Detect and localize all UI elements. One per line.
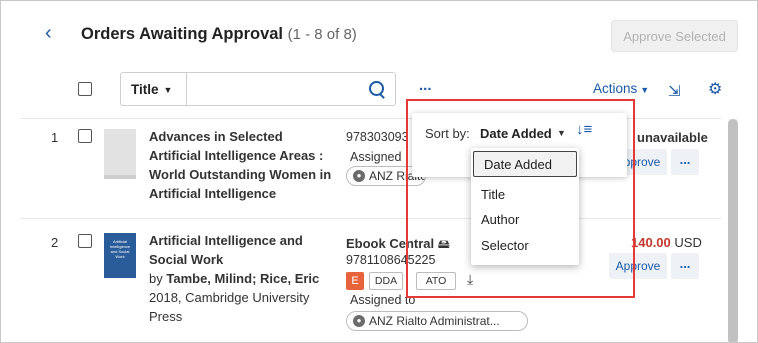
by-prefix: by — [149, 271, 163, 286]
orders-awaiting-approval-page: ‹ Orders Awaiting Approval (1 - 8 of 8) … — [0, 0, 758, 343]
page-title: Orders Awaiting Approval (1 - 8 of 8) — [81, 25, 357, 44]
row-number: 1 — [51, 130, 59, 145]
item-title-line: Artificial Intelligence Areas : — [149, 148, 324, 163]
sort-option-author[interactable]: Author — [471, 207, 579, 233]
item-title-line: Advances in Selected — [149, 129, 283, 144]
sort-options-list: Date Added Title Author Selector — [471, 148, 579, 265]
sort-option-date-added[interactable]: Date Added — [473, 151, 577, 177]
row-divider — [21, 218, 721, 219]
library-icon: 🖴 — [437, 237, 450, 251]
row-more-button[interactable]: ... — [671, 253, 699, 279]
approve-button[interactable]: Approve — [609, 253, 667, 279]
search-icon[interactable] — [369, 81, 384, 96]
export-icon[interactable]: ⇲ — [668, 82, 681, 100]
select-all-checkbox[interactable] — [78, 82, 92, 96]
person-icon: ● — [353, 315, 365, 327]
back-chevron-icon[interactable]: ‹ — [45, 23, 52, 43]
search-input[interactable] — [191, 77, 355, 103]
search-bar: Title ▼ — [120, 72, 396, 106]
actions-caret-icon: ▼ — [640, 85, 650, 95]
author-names: Tambe, Milind; Rice, Eric — [166, 271, 320, 286]
item-title-line: Social Work — [149, 252, 224, 267]
dda-tag: DDA — [369, 272, 403, 290]
publication-info: 2018, Cambridge University — [149, 290, 310, 305]
sort-option-selector[interactable]: Selector — [471, 233, 579, 259]
row-more-button[interactable]: ... — [671, 149, 699, 175]
row-checkbox[interactable] — [78, 129, 92, 143]
search-scope-dropdown[interactable]: Title ▼ — [131, 82, 172, 97]
result-count: (1 - 8 of 8) — [287, 26, 357, 43]
assignee-name: ANZ Rialto Administrat... — [369, 314, 500, 328]
actions-dropdown[interactable]: Actions ▼ — [593, 81, 649, 96]
publication-info: Press — [149, 309, 183, 324]
scope-caret-icon: ▼ — [163, 85, 173, 95]
scrollbar-thumb[interactable] — [728, 119, 738, 342]
book-cover: Artificial Intelligence and Social Work — [104, 233, 136, 278]
price-status: unavailable — [637, 130, 708, 145]
isbn: 9781108645225 — [346, 253, 436, 267]
download-icon[interactable]: ⤓ — [467, 271, 473, 288]
price-amount: 140.00 — [631, 235, 671, 250]
search-divider — [186, 72, 187, 106]
person-icon: ● — [353, 170, 365, 182]
search-scope-label: Title — [131, 82, 159, 97]
item-title[interactable]: Advances in Selected Artificial Intellig… — [149, 127, 339, 203]
price: 140.00 USD — [631, 235, 702, 250]
assigned-label: Assigned to — [350, 293, 416, 307]
item-title[interactable]: Artificial Intelligence and Social Work — [149, 231, 339, 269]
item-title-line: Artificial Intelligence — [149, 186, 277, 201]
sort-option-title[interactable]: Title — [471, 182, 579, 208]
item-title-line: Artificial Intelligence and — [149, 233, 303, 248]
assignee-chip[interactable]: ● ANZ Rialto Administrat... — [346, 311, 528, 331]
sort-caret-icon[interactable]: ▼ — [557, 128, 566, 138]
item-authors: by Tambe, Milind; Rice, Eric — [149, 269, 319, 288]
row-number: 2 — [51, 235, 59, 250]
ebook-tag: E — [346, 272, 364, 290]
ato-tag: ATO — [416, 272, 456, 290]
approve-selected-button[interactable]: Approve Selected — [611, 20, 738, 52]
sort-label: Sort by: — [425, 126, 470, 141]
book-cover-placeholder — [104, 129, 136, 179]
gear-icon[interactable]: ⚙ — [708, 79, 722, 99]
isbn: 978303093 — [346, 130, 409, 144]
more-options-button[interactable]: ... — [419, 77, 432, 94]
price-currency: USD — [674, 235, 702, 250]
page-title-text: Orders Awaiting Approval — [81, 25, 284, 43]
cover-text: Work — [115, 254, 125, 259]
platform-name: Ebook Central — [346, 236, 435, 251]
row-checkbox[interactable] — [78, 234, 92, 248]
sort-descending-icon[interactable]: ↓≡ — [576, 121, 592, 138]
actions-label: Actions — [593, 81, 638, 96]
item-title-line: World Outstanding Women in — [149, 167, 332, 182]
sort-field-dropdown[interactable]: Date Added — [480, 126, 552, 141]
assigned-label: Assigned — [350, 150, 402, 164]
